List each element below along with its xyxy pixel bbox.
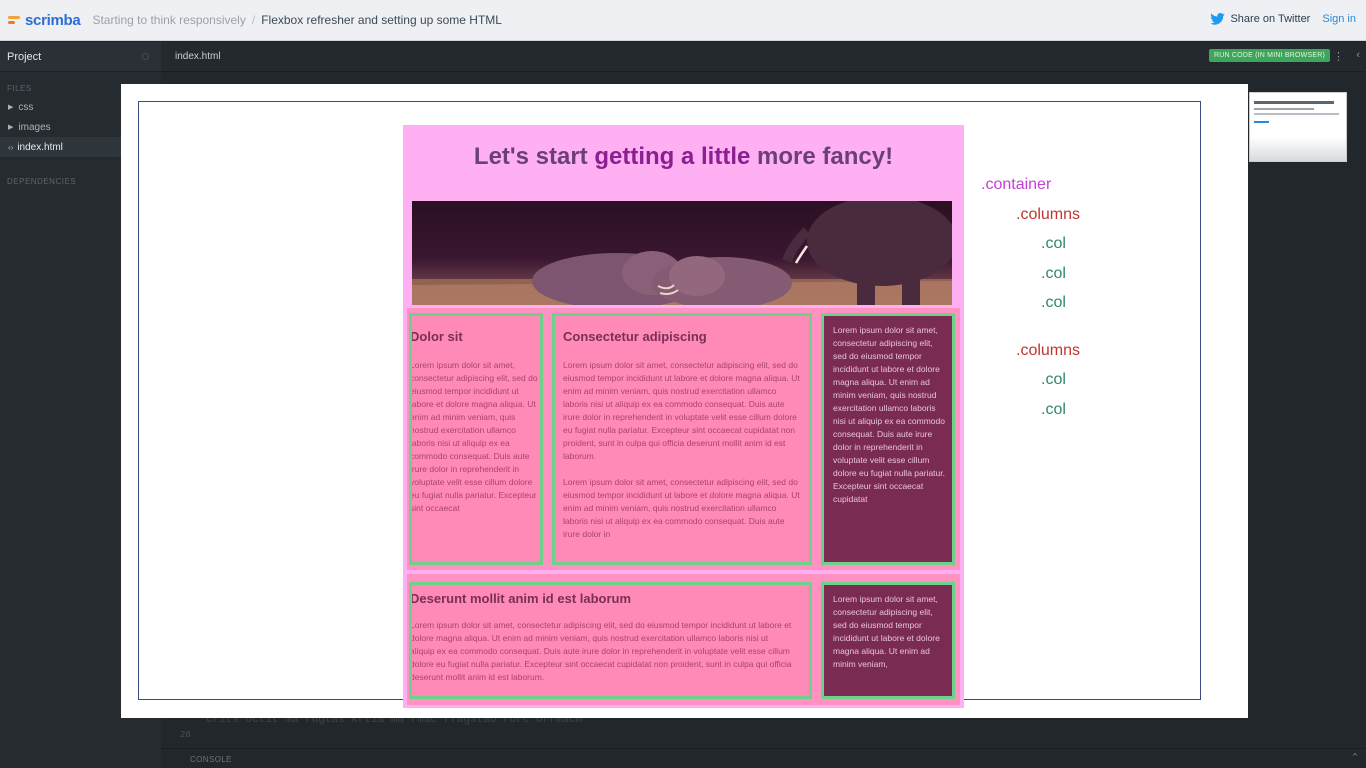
column-heading: Deserunt mollit anim id est laborum <box>410 591 632 606</box>
column-text: Lorem ipsum dolor sit amet, consectetur … <box>563 477 800 539</box>
tree-col-label: .col <box>1041 294 1066 311</box>
tree-columns-label: .columns <box>1016 342 1081 359</box>
sidebar-item-label: css <box>18 101 34 113</box>
caret-right-icon: ▶ <box>8 104 14 111</box>
column-consectetur: Consectetur adipiscing Lorem ipsum dolor… <box>552 313 812 565</box>
logo-mark-icon <box>8 15 22 25</box>
slide-frame: Let's start getting a little more fancy! <box>138 101 1201 708</box>
sign-in-link[interactable]: Sign in <box>1322 13 1356 25</box>
scrimba-logo[interactable]: scrimba <box>8 11 81 29</box>
column-heading: Consectetur adipiscing <box>563 329 707 344</box>
column-text: Lorem ipsum dolor sit amet, consectetur … <box>833 325 945 504</box>
breadcrumb-lesson: Flexbox refresher and setting up some HT… <box>261 13 502 27</box>
tree-container-label: .container <box>981 176 1052 193</box>
project-label: Project <box>7 50 42 63</box>
elephant-illustration <box>412 201 952 305</box>
hero-image-elephants <box>412 201 952 305</box>
project-header: Project <box>0 42 161 72</box>
tree-col-label: .col <box>1041 265 1066 282</box>
column-dark-sidebar-2: Lorem ipsum dolor sit amet, consectetur … <box>821 582 955 699</box>
column-text: Lorem ipsum dolor sit amet, consectetur … <box>410 620 792 682</box>
console-bar[interactable]: CONSOLE ⌃ <box>161 748 1366 768</box>
tree-col-label: .col <box>1041 401 1066 418</box>
top-bar: scrimba Starting to think responsively /… <box>0 0 1366 41</box>
code-icon: ‹› <box>8 142 14 152</box>
title-part: Let's start <box>473 143 595 170</box>
columns-row-1: Dolor sit Lorem ipsum dolor sit amet, co… <box>407 308 960 570</box>
demo-page-container: Let's start getting a little more fancy! <box>403 125 964 708</box>
twitter-icon[interactable] <box>1210 13 1226 25</box>
columns-row-2: Deserunt mollit anim id est laborum Lore… <box>407 574 960 705</box>
column-heading: Dolor sit <box>410 329 463 344</box>
title-part: more fancy! <box>750 143 894 170</box>
tab-index-html[interactable]: index.html <box>161 51 221 62</box>
line-number: 28 <box>180 730 191 740</box>
column-deserunt: Deserunt mollit anim id est laborum Lore… <box>409 582 812 699</box>
column-text: Lorem ipsum dolor sit amet, consectetur … <box>563 360 800 461</box>
column-dark-sidebar: Lorem ipsum dolor sit amet, consectetur … <box>821 313 955 565</box>
title-highlight: getting a little <box>594 143 751 170</box>
sidebar-item-label: images <box>18 121 51 133</box>
console-label: CONSOLE <box>190 755 232 764</box>
page-title: Let's start getting a little more fancy! <box>403 143 964 171</box>
tree-columns-label: .columns <box>1016 206 1081 223</box>
breadcrumb-separator: / <box>251 13 256 27</box>
tree-col-label: .col <box>1041 371 1066 388</box>
breadcrumb-course[interactable]: Starting to think responsively <box>92 13 245 27</box>
caret-right-icon: ▶ <box>8 124 14 131</box>
settings-dot-icon[interactable] <box>142 53 149 60</box>
more-options-icon[interactable]: ⋮ <box>1333 50 1344 63</box>
share-twitter-link[interactable]: Share on Twitter <box>1230 13 1310 25</box>
run-code-button[interactable]: RUN CODE (IN MINI BROWSER) <box>1209 49 1330 62</box>
chevron-left-icon[interactable]: ‹ <box>1356 49 1360 61</box>
slide-overlay: Let's start getting a little more fancy! <box>121 84 1248 718</box>
sidebar-item-label: index.html <box>17 141 63 153</box>
mini-browser-preview[interactable] <box>1249 92 1347 162</box>
editor-tab-bar: index.html <box>161 42 1366 72</box>
tree-col-label: .col <box>1041 235 1066 252</box>
column-text: Lorem ipsum dolor sit amet, consectetur … <box>410 360 538 513</box>
column-text: Lorem ipsum dolor sit amet, consectetur … <box>833 594 940 669</box>
column-dolor-sit: Dolor sit Lorem ipsum dolor sit amet, co… <box>409 313 543 565</box>
logo-text: scrimba <box>25 11 81 29</box>
chevron-up-icon[interactable]: ⌃ <box>1350 751 1360 764</box>
